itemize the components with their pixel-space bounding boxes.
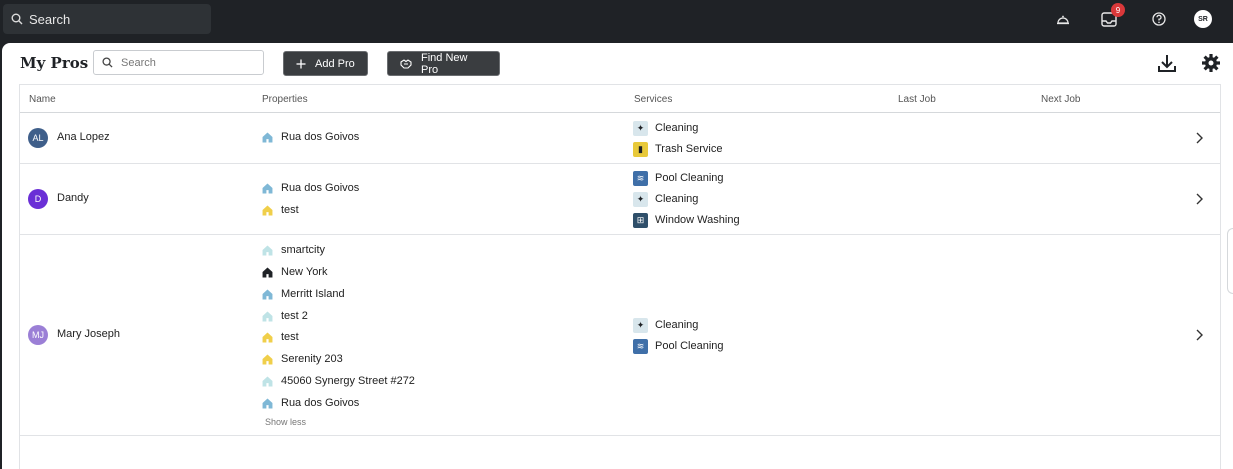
service-item: ≋ Pool Cleaning: [633, 338, 724, 354]
house-icon: [262, 332, 273, 342]
property-item: Serenity 203: [262, 352, 343, 366]
house-icon: [262, 354, 273, 364]
property-label: Serenity 203: [281, 353, 343, 365]
page-title: My Pros: [20, 54, 89, 72]
house-icon: [262, 245, 273, 255]
service-item: ✦ Cleaning: [633, 317, 698, 333]
property-label: New York: [281, 266, 328, 278]
cleaning-icon: ✦: [633, 120, 648, 136]
property-item: New York: [262, 265, 327, 279]
avatar: AL: [28, 128, 48, 148]
house-icon: [262, 267, 273, 277]
cleaning-icon: ✦: [633, 317, 648, 333]
pros-search-input[interactable]: [121, 56, 251, 69]
property-item: Rua dos Goivos: [262, 181, 359, 195]
find-new-pro-button[interactable]: Find New Pro: [387, 51, 500, 76]
avatar: D: [28, 189, 48, 209]
window-washing-icon: ⊞: [633, 212, 648, 228]
pro-name: Dandy: [57, 192, 89, 204]
house-icon: [262, 132, 273, 142]
property-item: Merritt Island: [262, 287, 345, 301]
top-bar: Search 9 SR: [0, 0, 1233, 43]
add-pro-label: Add Pro: [315, 57, 355, 70]
plus-icon: [296, 59, 306, 69]
table-row[interactable]: MJ Mary Joseph smartcity New York Merrit…: [20, 235, 1220, 436]
service-label: Cleaning: [655, 319, 699, 331]
find-new-pro-label: Find New Pro: [421, 51, 468, 76]
chevron-right-icon[interactable]: [1193, 329, 1205, 341]
property-label: test: [281, 331, 299, 343]
notification-badge: 9: [1111, 3, 1125, 17]
pro-name: Mary Joseph: [57, 328, 120, 340]
property-item: Rua dos Goivos: [262, 130, 359, 144]
house-icon: [262, 311, 273, 321]
service-label: Pool Cleaning: [655, 340, 724, 352]
pool-cleaning-icon: ≋: [633, 338, 648, 354]
cleaning-icon: ✦: [633, 191, 648, 207]
column-properties[interactable]: Properties: [262, 94, 308, 105]
property-item: test: [262, 330, 299, 344]
help-icon[interactable]: [1150, 10, 1168, 28]
property-label: test: [281, 204, 299, 216]
service-label: Cleaning: [655, 193, 699, 205]
global-search-input[interactable]: Search: [3, 4, 211, 34]
service-label: Window Washing: [655, 214, 740, 226]
property-item: Rua dos Goivos: [262, 396, 359, 410]
property-item: 45060 Synergy Street #272: [262, 374, 415, 388]
column-next-job[interactable]: Next Job: [1041, 94, 1080, 105]
side-panel-handle[interactable]: [1227, 228, 1233, 294]
property-item: smartcity: [262, 243, 325, 257]
house-icon: [262, 398, 273, 408]
service-label: Pool Cleaning: [655, 172, 724, 184]
table-header: Name Properties Services Last Job Next J…: [20, 85, 1220, 113]
service-label: Trash Service: [655, 143, 723, 155]
user-avatar[interactable]: SR: [1194, 10, 1212, 28]
property-item: test: [262, 203, 299, 217]
handshake-icon: [400, 58, 412, 69]
pool-cleaning-icon: ≋: [633, 170, 648, 186]
trash-service-icon: ▮: [633, 141, 648, 157]
service-item: ⊞ Window Washing: [633, 212, 740, 228]
global-search-placeholder: Search: [29, 11, 71, 27]
bell-icon[interactable]: [1054, 10, 1072, 28]
property-label: test 2: [281, 310, 308, 322]
table-row[interactable]: AL Ana Lopez Rua dos Goivos ✦ Cleaning ▮…: [20, 113, 1220, 164]
show-less-link[interactable]: Show less: [265, 417, 306, 427]
house-icon: [262, 183, 273, 193]
search-icon: [11, 13, 23, 25]
chevron-right-icon[interactable]: [1193, 132, 1205, 144]
avatar: MJ: [28, 325, 48, 345]
search-icon: [102, 57, 113, 68]
pro-name: Ana Lopez: [57, 131, 110, 143]
property-label: Rua dos Goivos: [281, 182, 360, 194]
gear-icon[interactable]: [1200, 52, 1222, 74]
download-icon[interactable]: [1156, 52, 1178, 74]
property-label: Merritt Island: [281, 288, 345, 300]
column-name[interactable]: Name: [29, 94, 56, 105]
property-label: Rua dos Goivos: [281, 131, 360, 143]
service-item: ✦ Cleaning: [633, 191, 698, 207]
service-label: Cleaning: [655, 122, 699, 134]
property-label: Rua dos Goivos: [281, 397, 360, 409]
pros-table: Name Properties Services Last Job Next J…: [19, 84, 1221, 469]
main-panel: My Pros Add Pro Find New Pro Name Proper…: [2, 43, 1233, 469]
column-last-job[interactable]: Last Job: [898, 94, 936, 105]
property-label: 45060 Synergy Street #272: [281, 375, 415, 387]
chevron-right-icon[interactable]: [1193, 193, 1205, 205]
house-icon: [262, 205, 273, 215]
property-item: test 2: [262, 309, 308, 323]
table-row[interactable]: D Dandy Rua dos Goivos test ≋ Pool Clean…: [20, 164, 1220, 235]
service-item: ✦ Cleaning: [633, 120, 698, 136]
service-item: ▮ Trash Service: [633, 141, 722, 157]
house-icon: [262, 289, 273, 299]
add-pro-button[interactable]: Add Pro: [283, 51, 368, 76]
service-item: ≋ Pool Cleaning: [633, 170, 724, 186]
property-label: smartcity: [281, 244, 325, 256]
house-icon: [262, 376, 273, 386]
pros-search-field[interactable]: [93, 50, 264, 75]
column-services[interactable]: Services: [634, 94, 672, 105]
